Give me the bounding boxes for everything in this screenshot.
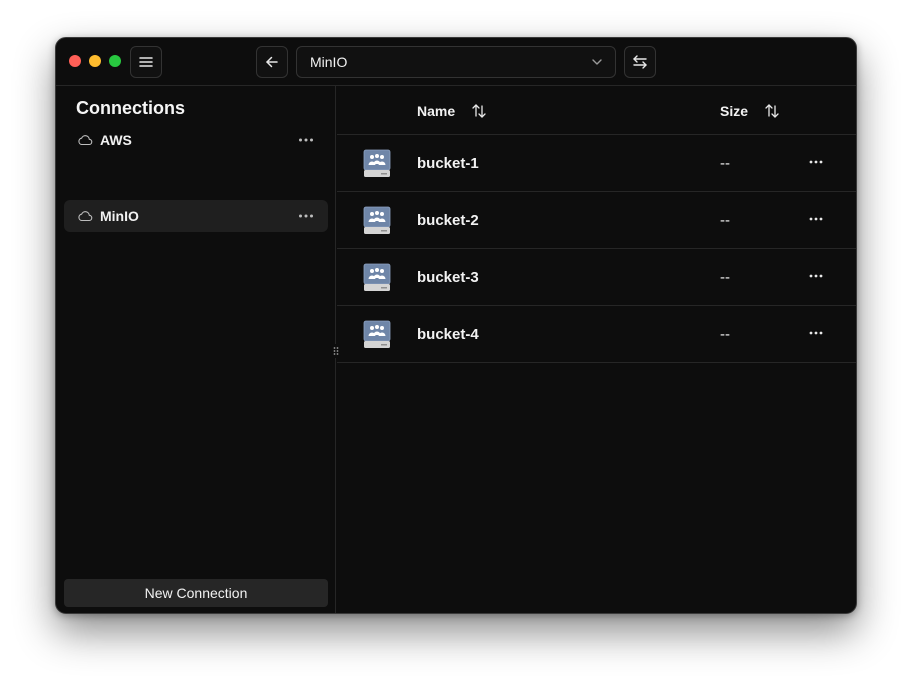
toolbar: MinIO bbox=[56, 38, 856, 86]
bucket-size: -- bbox=[720, 212, 730, 229]
more-horizontal-icon[interactable] bbox=[809, 159, 823, 165]
sidebar-item-minio[interactable]: MinIO bbox=[64, 200, 328, 232]
sidebar: Connections AWS MinIO New Connection bbox=[56, 86, 336, 613]
bucket-size: -- bbox=[720, 155, 730, 172]
network-drive-icon bbox=[363, 320, 391, 348]
column-header-size[interactable]: Size bbox=[720, 103, 748, 119]
sidebar-item-label: MinIO bbox=[100, 208, 139, 224]
more-horizontal-icon[interactable] bbox=[298, 209, 314, 223]
more-horizontal-icon[interactable] bbox=[809, 273, 823, 279]
sidebar-title: Connections bbox=[76, 98, 186, 118]
column-header-name[interactable]: Name bbox=[417, 103, 455, 119]
hamburger-menu-icon bbox=[139, 57, 153, 67]
table-row[interactable]: bucket-4 -- bbox=[337, 306, 856, 363]
table-row[interactable]: bucket-1 -- bbox=[337, 135, 856, 192]
table-header: Name Size bbox=[337, 86, 856, 135]
connection-select-value: MinIO bbox=[310, 54, 348, 70]
more-horizontal-icon[interactable] bbox=[809, 330, 823, 336]
bucket-size: -- bbox=[720, 269, 730, 286]
arrow-left-icon bbox=[266, 56, 278, 68]
connection-select[interactable]: MinIO bbox=[296, 46, 616, 78]
network-drive-icon bbox=[363, 206, 391, 234]
app-window: MinIO Connections AWS MinIO New Connecti… bbox=[55, 37, 857, 614]
bucket-name: bucket-1 bbox=[417, 155, 479, 172]
new-connection-button[interactable]: New Connection bbox=[64, 579, 328, 607]
swap-button[interactable] bbox=[624, 46, 656, 78]
more-horizontal-icon[interactable] bbox=[298, 133, 314, 147]
network-drive-icon bbox=[363, 149, 391, 177]
maximize-window-button[interactable] bbox=[109, 55, 121, 67]
bucket-name: bucket-3 bbox=[417, 269, 479, 286]
close-window-button[interactable] bbox=[69, 55, 81, 67]
chevron-down-icon bbox=[592, 59, 602, 65]
bucket-name: bucket-2 bbox=[417, 212, 479, 229]
network-drive-icon bbox=[363, 263, 391, 291]
table-row[interactable]: bucket-3 -- bbox=[337, 249, 856, 306]
sidebar-item-aws[interactable]: AWS bbox=[64, 124, 328, 156]
minimize-window-button[interactable] bbox=[89, 55, 101, 67]
more-horizontal-icon[interactable] bbox=[809, 216, 823, 222]
cloud-icon bbox=[78, 135, 93, 146]
sort-arrows-icon[interactable] bbox=[764, 103, 780, 119]
table-row[interactable]: bucket-2 -- bbox=[337, 192, 856, 249]
bucket-name: bucket-4 bbox=[417, 326, 479, 343]
sort-arrows-icon[interactable] bbox=[471, 103, 487, 119]
bucket-size: -- bbox=[720, 326, 730, 343]
swap-arrows-icon bbox=[633, 55, 647, 69]
cloud-icon bbox=[78, 211, 93, 222]
sidebar-item-label: AWS bbox=[100, 132, 132, 148]
bucket-table: Name Size bucket-1 -- bucket-2 -- bucket… bbox=[337, 86, 856, 613]
sidebar-toggle-button[interactable] bbox=[130, 46, 162, 78]
back-button[interactable] bbox=[256, 46, 288, 78]
